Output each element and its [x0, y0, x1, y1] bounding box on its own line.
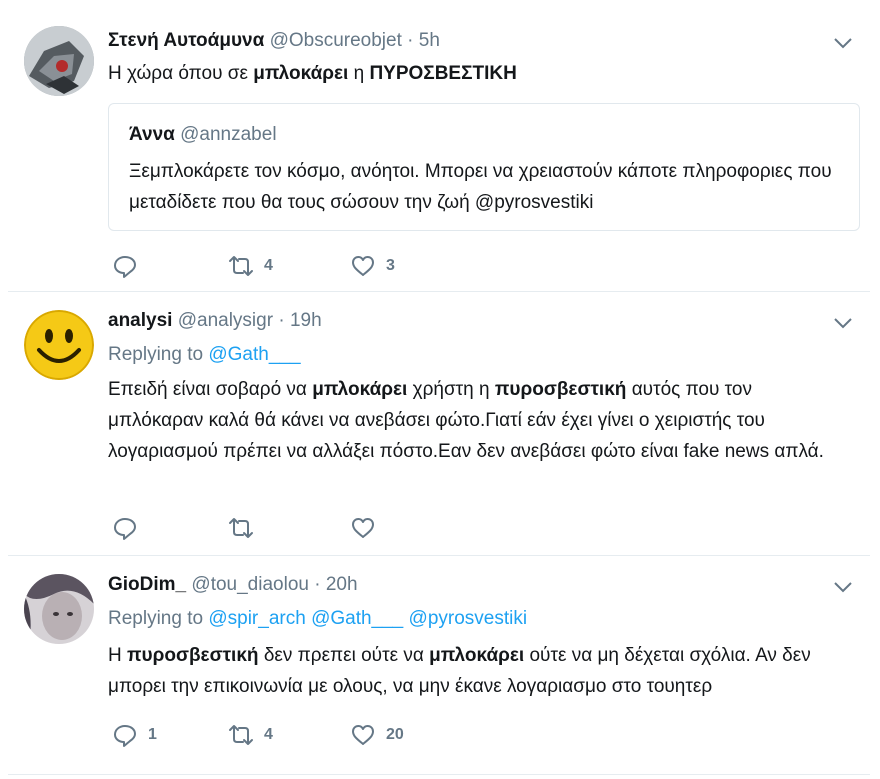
text-segment: Επειδή είναι σοβαρό να [108, 379, 313, 400]
tweet-text: Η χώρα όπου σε μπλοκάρει η ΠΥΡΟΣΒΕΣΤΙΚΗ [108, 58, 848, 89]
tweet-actions: 1 4 20 [108, 720, 508, 750]
like-count: 3 [386, 257, 395, 274]
quoted-username: @annzabel [180, 124, 277, 145]
tweet-header: analysi @analysigr · 19h [108, 310, 322, 332]
tweet[interactable]: GioDim_ @tou_diaolou · 20h Replying to @… [8, 556, 872, 774]
text-segment: Η [108, 645, 127, 666]
reply-button[interactable] [112, 513, 148, 543]
heart-icon [352, 518, 374, 538]
tweet-header: GioDim_ @tou_diaolou · 20h [108, 574, 358, 596]
retweet-button[interactable] [228, 513, 264, 543]
avatar-image [24, 26, 94, 96]
separator-dot: · [407, 30, 414, 51]
text-segment: Η χώρα όπου σε [108, 63, 254, 84]
reply-icon [114, 518, 136, 540]
tweet-text: Επειδή είναι σοβαρό να μπλοκάρει χρήστη … [108, 374, 848, 467]
reply-button[interactable] [112, 251, 148, 281]
mention-link[interactable]: @Gath___ [208, 344, 300, 365]
avatar[interactable] [24, 26, 94, 96]
reply-icon [114, 725, 136, 747]
mention-link[interactable]: @pyrosvestiki [409, 608, 528, 629]
replying-to-label: Replying to [108, 608, 204, 629]
separator-dot: · [278, 310, 285, 331]
heart-icon [352, 725, 374, 745]
timestamp[interactable]: 19h [290, 310, 322, 331]
chevron-down-icon[interactable] [830, 578, 856, 596]
reply-icon [114, 256, 136, 278]
tweet[interactable]: Στενή Αυτοάμυνα @Obscureobjet · 5h Η χώρ… [8, 0, 872, 290]
heart-icon [352, 256, 374, 276]
text-segment: χρήστη η [407, 379, 495, 400]
quoted-tweet-text: Ξεμπλοκάρετε τον κόσμο, ανόητοι. Μπορει … [129, 161, 832, 213]
avatar-image [24, 574, 94, 644]
quoted-display-name: Άννα [129, 124, 175, 145]
smiley-icon [24, 310, 94, 380]
display-name[interactable]: analysi [108, 310, 172, 331]
like-button[interactable]: 3 [350, 251, 395, 281]
text-segment: η [348, 63, 370, 84]
tweet-header: Στενή Αυτοάμυνα @Obscureobjet · 5h [108, 30, 440, 52]
text-bold-segment: μπλοκάρει [253, 63, 349, 84]
replying-to: Replying to @Gath___ [108, 344, 301, 366]
reply-button[interactable]: 1 [112, 720, 157, 750]
display-name[interactable]: GioDim_ [108, 574, 186, 595]
tweet-actions: 4 3 [108, 251, 508, 281]
like-button[interactable] [350, 513, 386, 543]
display-name[interactable]: Στενή Αυτοάμυνα [108, 30, 264, 51]
text-segment: δεν πρεπει ούτε να [258, 645, 430, 666]
reply-count: 1 [148, 726, 157, 743]
tweet-text: Η πυροσβεστική δεν πρεπει ούτε να μπλοκά… [108, 640, 848, 702]
chevron-down-icon[interactable] [830, 34, 856, 52]
text-bold-segment: ΠΥΡΟΣΒΕΣΤΙΚΗ [369, 63, 517, 84]
tweet-actions [108, 513, 508, 543]
text-bold-segment: μπλοκάρει [312, 379, 408, 400]
retweet-icon [229, 518, 253, 538]
text-bold-segment: μπλοκάρει [429, 645, 525, 666]
tweet-divider [8, 774, 870, 775]
retweet-button[interactable]: 4 [228, 251, 273, 281]
mention-link[interactable]: @Gath___ [311, 608, 403, 629]
username[interactable]: @Obscureobjet [270, 30, 402, 51]
retweet-count: 4 [264, 257, 273, 274]
retweet-icon [229, 256, 253, 276]
replying-to-label: Replying to [108, 344, 204, 365]
like-count: 20 [386, 726, 404, 743]
avatar[interactable] [24, 574, 94, 644]
separator-dot: · [314, 574, 321, 595]
timestamp[interactable]: 5h [419, 30, 440, 51]
chevron-down-icon[interactable] [830, 314, 856, 332]
retweet-count: 4 [264, 726, 273, 743]
replying-to: Replying to @spir_arch @Gath___ @pyrosve… [108, 608, 527, 630]
text-bold-segment: πυροσβεστική [127, 645, 259, 666]
username[interactable]: @analysigr [178, 310, 273, 331]
quoted-tweet-header: Άννα @annzabel [129, 124, 277, 146]
text-bold-segment: πυροσβεστική [494, 379, 627, 400]
username[interactable]: @tou_diaolou [191, 574, 309, 595]
timestamp[interactable]: 20h [326, 574, 358, 595]
tweet[interactable]: analysi @analysigr · 19h Replying to @Ga… [8, 292, 872, 554]
like-button[interactable]: 20 [350, 720, 404, 750]
quoted-tweet[interactable]: Άννα @annzabel Ξεμπλοκάρετε τον κόσμο, α… [108, 103, 860, 231]
mention-link[interactable]: @spir_arch [208, 608, 305, 629]
retweet-button[interactable]: 4 [228, 720, 273, 750]
retweet-icon [229, 725, 253, 745]
avatar[interactable] [24, 310, 94, 380]
